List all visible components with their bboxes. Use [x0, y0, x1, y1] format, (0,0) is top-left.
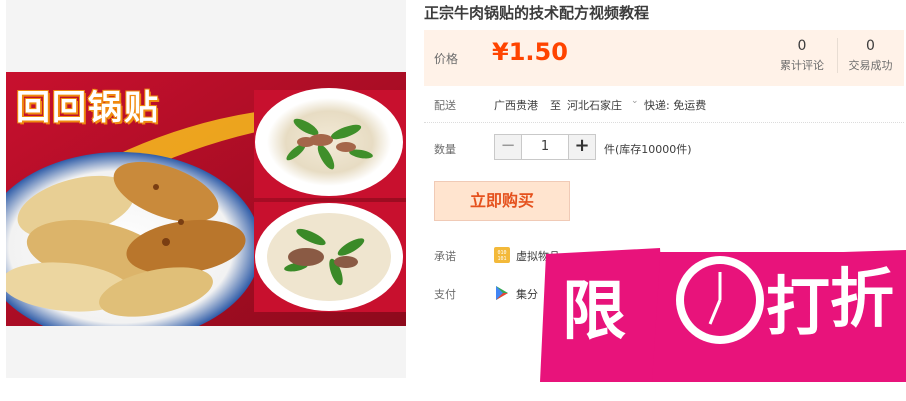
delivery-destination-select[interactable]: 河北石家庄: [567, 97, 622, 113]
chevron-down-icon[interactable]: ⌄: [631, 96, 639, 106]
sales-stat: 0 交易成功: [837, 38, 903, 73]
divider: [424, 122, 904, 123]
sale-char-da: 打: [766, 271, 830, 345]
product-image-panel: 回回锅贴: [6, 0, 406, 378]
stock-text: 件(库存10000件): [604, 143, 692, 156]
quantity-stepper: − 1 +: [494, 134, 596, 160]
product-title: 正宗牛肉锅贴的技术配方视频教程: [424, 4, 650, 22]
quantity-decrease-button[interactable]: −: [494, 134, 522, 160]
delivery-origin: 广西贵港: [494, 99, 538, 112]
delivery-label: 配送: [434, 99, 456, 112]
quantity-label: 数量: [434, 143, 456, 156]
payment-label: 支付: [434, 288, 456, 301]
price-value: ¥1.50: [492, 38, 568, 66]
buy-now-button[interactable]: 立即购买: [434, 181, 570, 221]
delivery-shipping: 快递: 免运费: [644, 99, 707, 112]
product-image-title: 回回锅贴: [16, 88, 160, 128]
quantity-increase-button[interactable]: +: [568, 134, 596, 160]
reviews-label: 累计评论: [780, 59, 824, 72]
product-image[interactable]: 回回锅贴: [6, 72, 406, 326]
sales-label: 交易成功: [848, 59, 893, 72]
price-label: 价格: [434, 52, 459, 66]
sale-badge[interactable]: 限 打 折: [540, 232, 906, 382]
sale-char-xian: 限: [562, 275, 626, 349]
quantity-input[interactable]: 1: [522, 134, 568, 160]
virtual-goods-icon: 010 101: [494, 247, 510, 263]
delivery-to: 至: [550, 99, 561, 112]
svg-text:101: 101: [497, 256, 506, 262]
sales-count: 0: [866, 38, 875, 54]
play-icon: [496, 286, 508, 300]
reviews-stat[interactable]: 0 累计评论: [769, 38, 835, 73]
payment-text: 集分: [516, 288, 538, 301]
sale-char-zhe: 折: [830, 263, 894, 337]
reviews-count: 0: [797, 38, 807, 54]
price-box: 价格 ¥1.50 0 累计评论 0 交易成功: [424, 30, 904, 86]
promise-label: 承诺: [434, 250, 456, 263]
